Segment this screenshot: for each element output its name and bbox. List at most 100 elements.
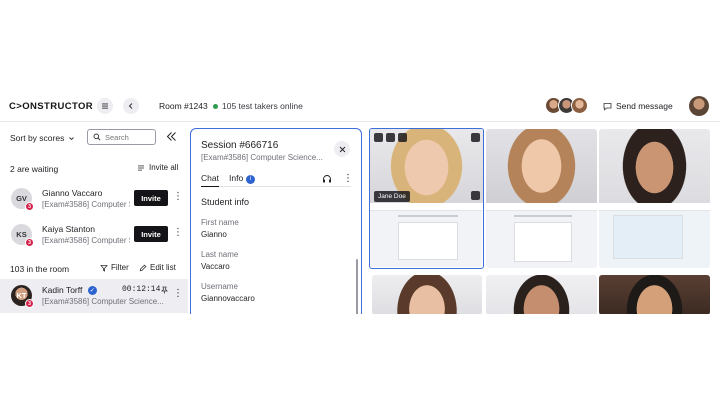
webcam-feed	[372, 275, 482, 314]
tab-chat[interactable]: Chat	[201, 173, 219, 187]
session-title: Session #666716	[201, 140, 279, 151]
first-name-value: Gianno	[201, 230, 227, 239]
avatar	[571, 97, 588, 114]
tab-info[interactable]: Info i	[229, 173, 256, 184]
proctor-avatars[interactable]	[545, 97, 588, 114]
chevron-down-icon	[69, 136, 75, 140]
room-user-row[interactable]: KT 3 Kadin Torff ✓ [Exam#3586] Computer …	[0, 279, 188, 313]
back-button[interactable]	[123, 98, 139, 114]
waiting-user-row[interactable]: GV 3 Gianno Vaccaro [Exam#3586] Computer…	[0, 182, 188, 216]
logo: C>ONSTRUCTOR	[9, 101, 94, 112]
student-info-title: Student info	[201, 197, 250, 207]
headset-icon[interactable]	[322, 174, 332, 184]
room-label: Room #1243	[159, 101, 208, 111]
camera-icon[interactable]	[471, 133, 480, 142]
double-chevron-left-icon	[166, 132, 176, 141]
search-input[interactable]	[105, 132, 153, 142]
online-count: 105 test takers online	[222, 101, 303, 111]
test-taker-tile[interactable]	[486, 275, 597, 314]
webcam-feed	[486, 129, 597, 203]
user-name: Gianno Vaccaro	[42, 188, 103, 198]
count-badge: 3	[25, 238, 34, 247]
username-value: Giannovaccaro	[201, 294, 255, 303]
invite-button[interactable]: Invite	[134, 226, 168, 242]
pin-icon[interactable]	[161, 286, 168, 294]
webcam-feed	[486, 275, 597, 314]
screen-share	[599, 204, 710, 268]
test-taker-tile[interactable]	[599, 129, 710, 268]
more-options-icon[interactable]: ⋮	[173, 289, 183, 299]
more-options-icon[interactable]: ⋮	[343, 173, 353, 184]
online-status: 105 test takers online	[213, 101, 303, 111]
user-exam: [Exam#3586] Computer Science...	[42, 200, 130, 209]
waiting-title: 2 are waiting	[10, 164, 59, 174]
invite-button[interactable]: Invite	[134, 190, 168, 206]
verified-icon: ✓	[87, 286, 97, 295]
edit-list-label: Edit list	[150, 263, 176, 272]
tab-info-label: Info	[229, 173, 244, 183]
invite-all-button[interactable]: Invite all	[137, 163, 178, 172]
count-badge: 3	[25, 202, 34, 211]
screen-share	[486, 204, 597, 268]
pencil-icon	[139, 264, 147, 271]
list-icon	[138, 165, 144, 170]
waiting-user-row[interactable]: KS 3 Kaiya Stanton [Exam#3586] Computer …	[0, 218, 188, 252]
room-count-title: 103 in the room	[10, 264, 70, 274]
selected-test-taker-tile[interactable]: Jane Doe	[369, 128, 484, 269]
filter-label: Filter	[111, 263, 129, 272]
filter-button[interactable]: Filter	[100, 263, 129, 272]
send-message-button[interactable]: Send message	[603, 101, 673, 111]
user-exam: [Exam#3586] Computer Science...	[42, 297, 164, 306]
close-button[interactable]	[334, 141, 350, 157]
user-exam: [Exam#3586] Computer Science...	[42, 236, 130, 245]
avatar-initials: GV	[16, 194, 27, 203]
chat-bubble-icon	[603, 102, 612, 111]
menu-button[interactable]	[97, 98, 113, 114]
avatar: GV 3	[11, 188, 34, 211]
edit-list-button[interactable]: Edit list	[139, 263, 176, 272]
user-avatar[interactable]	[689, 96, 709, 116]
more-options-icon[interactable]: ⋮	[173, 192, 183, 202]
close-icon	[339, 146, 345, 152]
collapse-panel-button[interactable]	[166, 131, 177, 144]
top-bar: C>ONSTRUCTOR Room #1243 105 test takers …	[0, 90, 720, 122]
fullscreen-icon[interactable]	[471, 191, 480, 200]
invite-all-label: Invite all	[149, 163, 179, 172]
proctoring-app: C>ONSTRUCTOR Room #1243 105 test takers …	[0, 90, 720, 314]
test-taker-name-tag: Jane Doe	[374, 191, 410, 202]
avatar: KS 3	[11, 224, 34, 247]
filter-icon	[100, 264, 108, 272]
session-panel: Session #666716 [Exam#3586] Computer Sci…	[190, 128, 362, 314]
search-box[interactable]	[87, 129, 156, 145]
avatar: KT 3	[11, 285, 34, 308]
test-taker-tile[interactable]	[599, 275, 710, 314]
username-label: Username	[201, 282, 238, 291]
user-name: Kaiya Stanton	[42, 224, 95, 234]
count-badge: 3	[25, 299, 34, 308]
scrollbar[interactable]	[356, 259, 358, 314]
test-taker-tile[interactable]	[486, 129, 597, 268]
sort-label: Sort by scores	[10, 133, 65, 143]
screen-share	[370, 204, 482, 267]
chat-icon[interactable]	[374, 133, 383, 142]
more-options-icon[interactable]: ⋮	[173, 228, 183, 238]
sort-dropdown[interactable]: Sort by scores	[10, 133, 75, 143]
test-taker-tile[interactable]	[372, 275, 482, 314]
user-name-text: Kadin Torff	[42, 285, 83, 295]
menu-icon	[102, 103, 108, 109]
user-name: Kadin Torff ✓	[42, 285, 97, 295]
flag-icon[interactable]	[386, 133, 395, 142]
chevron-left-icon	[128, 103, 133, 109]
webcam-feed	[599, 275, 710, 314]
session-subtitle: [Exam#3586] Computer Science...	[201, 153, 323, 162]
session-timer: 00:12:14	[122, 285, 161, 294]
info-badge: i	[246, 174, 256, 184]
avatar-initials: KS	[16, 230, 27, 239]
search-icon	[93, 133, 101, 141]
last-name-label: Last name	[201, 250, 239, 259]
expand-icon[interactable]	[398, 133, 407, 142]
test-takers-panel: Sort by scores 2 are waiting Invite all …	[0, 122, 188, 314]
first-name-label: First name	[201, 218, 239, 227]
webcam-feed	[599, 129, 710, 203]
send-message-label: Send message	[616, 101, 673, 111]
